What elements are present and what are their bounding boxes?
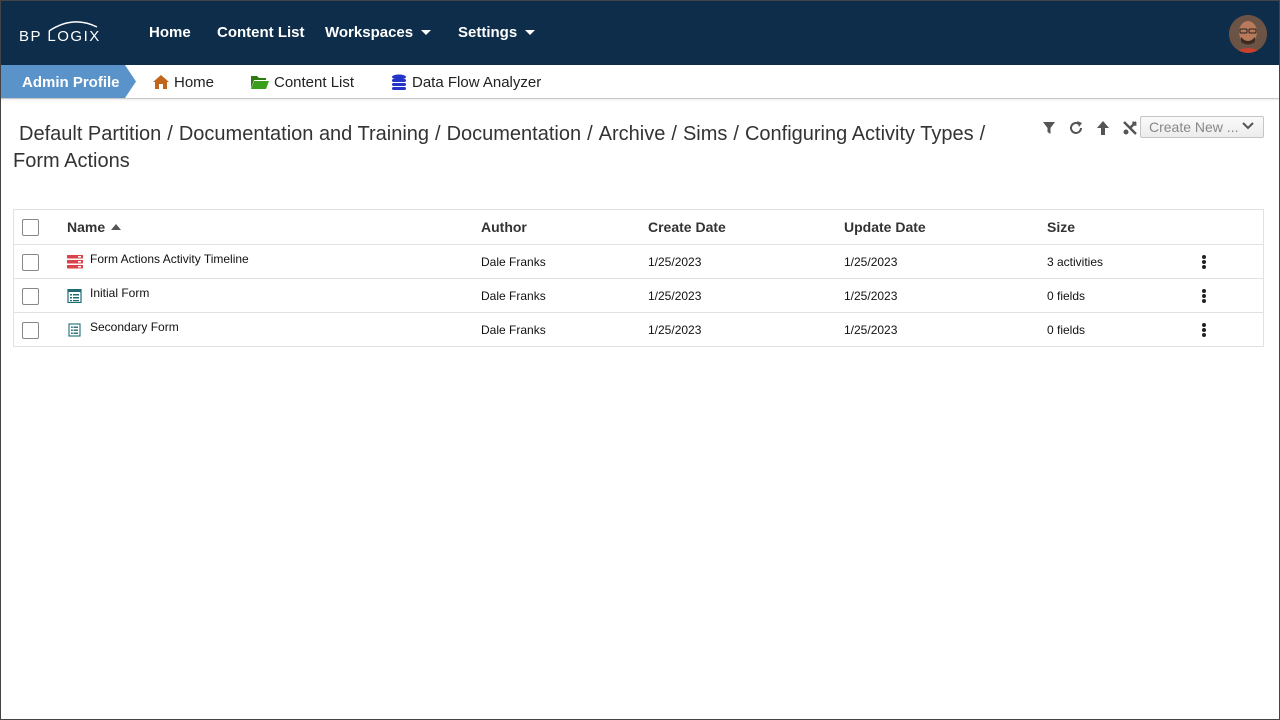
breadcrumb-separator: /: [979, 123, 986, 145]
caret-down-icon: [421, 29, 432, 35]
column-header-update-date[interactable]: Update Date: [844, 210, 926, 244]
row-size: 3 activities: [1047, 255, 1104, 269]
breadcrumb: Default Partition / Documentation and Trai…: [13, 121, 1033, 175]
column-header-name-label: Name: [67, 219, 106, 235]
row-size: 0 fields: [1047, 323, 1086, 337]
filter-icon: [1042, 122, 1055, 134]
breadcrumb-separator: /: [435, 123, 441, 145]
create-new-label: Create New ...: [1149, 119, 1239, 135]
folder-open-icon: [251, 75, 269, 89]
breadcrumb-documentation-and-training[interactable]: Documentation and Training: [179, 123, 429, 145]
sort-ascending-icon: [111, 224, 122, 230]
row-name-cell: Secondary Form: [67, 313, 179, 347]
breadcrumb-archive[interactable]: Archive: [599, 123, 666, 145]
select-all-cell: [22, 210, 39, 244]
breadcrumb-separator: /: [167, 123, 173, 145]
column-header-author[interactable]: Author: [481, 210, 527, 244]
up-level-button[interactable]: [1089, 119, 1116, 137]
row-checkbox[interactable]: [22, 321, 39, 339]
row-name-link[interactable]: Initial Form: [90, 286, 149, 300]
nav-workspaces-label: Workspaces: [325, 24, 414, 41]
row-create-date: 1/25/2023: [648, 289, 702, 303]
row-author: Dale Franks: [481, 255, 546, 269]
breadcrumb-separator: /: [733, 123, 739, 145]
tools-icon: [1122, 121, 1137, 135]
chevron-down-icon: [1242, 122, 1254, 130]
refresh-icon: [1069, 121, 1082, 134]
row-checkbox-cell: [22, 245, 39, 279]
row-update-date: 1/25/2023: [844, 255, 898, 269]
breadcrumb-separator: /: [671, 123, 677, 145]
row-name-cell: Form Actions Activity Timeline: [67, 245, 249, 279]
row-actions-menu-icon[interactable]: [1197, 253, 1211, 271]
row-name-link[interactable]: Secondary Form: [90, 320, 179, 334]
table-row[interactable]: Secondary Form Dale Franks 1/25/2023 1/2…: [14, 312, 1263, 346]
select-all-checkbox[interactable]: [22, 218, 39, 236]
row-name-link[interactable]: Form Actions Activity Timeline: [90, 252, 249, 266]
quick-links-bar: Admin Profile Home Content List Data Flo…: [1, 65, 1279, 99]
home-icon: [153, 74, 169, 89]
timeline-icon: [67, 255, 83, 269]
bp-logix-logo[interactable]: BP LOGIX: [19, 19, 109, 47]
avatar-image: [1229, 15, 1267, 53]
admin-profile-tab[interactable]: Admin Profile: [1, 65, 136, 98]
row-update-date: 1/25/2023: [844, 323, 898, 337]
breadcrumb-sims[interactable]: Sims: [683, 123, 727, 145]
quick-link-home[interactable]: Home: [152, 74, 214, 91]
breadcrumb-default-partition[interactable]: Default Partition: [13, 123, 161, 145]
caret-down-icon: [525, 29, 536, 35]
column-header-size[interactable]: Size: [1047, 210, 1075, 244]
tools-button[interactable]: [1116, 119, 1143, 137]
arrow-up-icon: [1096, 121, 1109, 135]
breadcrumb-configuring-activity-types[interactable]: Configuring Activity Types: [745, 123, 974, 145]
row-actions-cell: [1197, 313, 1211, 347]
content-table: Name Author Create Date Update Date Size…: [13, 209, 1264, 347]
row-name-cell: Initial Form: [67, 279, 149, 313]
row-checkbox-cell: [22, 313, 39, 347]
row-size: 0 fields: [1047, 289, 1086, 303]
quick-link-content-list-label: Content List: [274, 74, 355, 91]
row-actions-cell: [1197, 279, 1211, 313]
row-actions-cell: [1197, 245, 1211, 279]
quick-link-data-flow-analyzer-label: Data Flow Analyzer: [412, 74, 542, 91]
database-icon: [392, 74, 406, 90]
nav-settings-label: Settings: [458, 24, 518, 41]
row-create-date: 1/25/2023: [648, 255, 702, 269]
table-header-row: Name Author Create Date Update Date Size: [14, 210, 1263, 244]
nav-settings[interactable]: Settings: [458, 24, 536, 41]
create-new-dropdown[interactable]: Create New ...: [1140, 116, 1264, 138]
column-header-create-date[interactable]: Create Date: [648, 210, 726, 244]
row-create-date: 1/25/2023: [648, 323, 702, 337]
row-author: Dale Franks: [481, 289, 546, 303]
breadcrumb-form-actions: Form Actions: [13, 150, 130, 172]
row-checkbox[interactable]: [22, 287, 39, 305]
form-icon: [67, 289, 82, 303]
breadcrumb-separator: /: [587, 123, 593, 145]
row-checkbox-cell: [22, 279, 39, 313]
quick-link-data-flow-analyzer[interactable]: Data Flow Analyzer: [390, 74, 541, 91]
top-navbar: BP LOGIX Home Content List Workspaces Se…: [1, 1, 1279, 65]
refresh-button[interactable]: [1062, 119, 1089, 137]
quick-link-content-list[interactable]: Content List: [250, 74, 354, 91]
quick-link-home-label: Home: [174, 74, 215, 91]
row-actions-menu-icon[interactable]: [1197, 287, 1211, 305]
row-checkbox[interactable]: [22, 253, 39, 271]
table-row[interactable]: Initial Form Dale Franks 1/25/2023 1/25/…: [14, 278, 1263, 312]
logo-text: BP LOGIX: [19, 28, 101, 45]
list-toolbar: [1035, 119, 1143, 137]
row-actions-menu-icon[interactable]: [1197, 321, 1211, 339]
nav-workspaces[interactable]: Workspaces: [325, 24, 432, 41]
column-header-name[interactable]: Name: [67, 210, 122, 244]
user-avatar[interactable]: [1229, 15, 1267, 53]
row-update-date: 1/25/2023: [844, 289, 898, 303]
nav-home[interactable]: Home: [149, 24, 191, 41]
filter-button[interactable]: [1035, 119, 1062, 137]
table-row[interactable]: Form Actions Activity Timeline Dale Fran…: [14, 244, 1263, 278]
breadcrumb-documentation[interactable]: Documentation: [447, 123, 582, 145]
admin-profile-label: Admin Profile: [22, 74, 120, 91]
row-author: Dale Franks: [481, 323, 546, 337]
form-icon: [68, 323, 81, 337]
nav-content-list[interactable]: Content List: [217, 24, 305, 41]
